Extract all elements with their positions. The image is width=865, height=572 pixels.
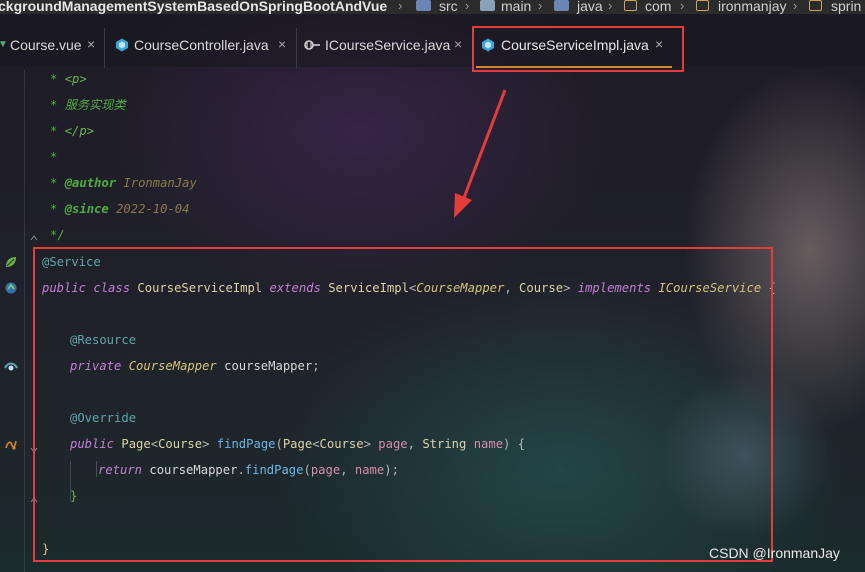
watermark: CSDN @IronmanJay <box>709 545 840 561</box>
annotation-arrow <box>454 89 507 218</box>
